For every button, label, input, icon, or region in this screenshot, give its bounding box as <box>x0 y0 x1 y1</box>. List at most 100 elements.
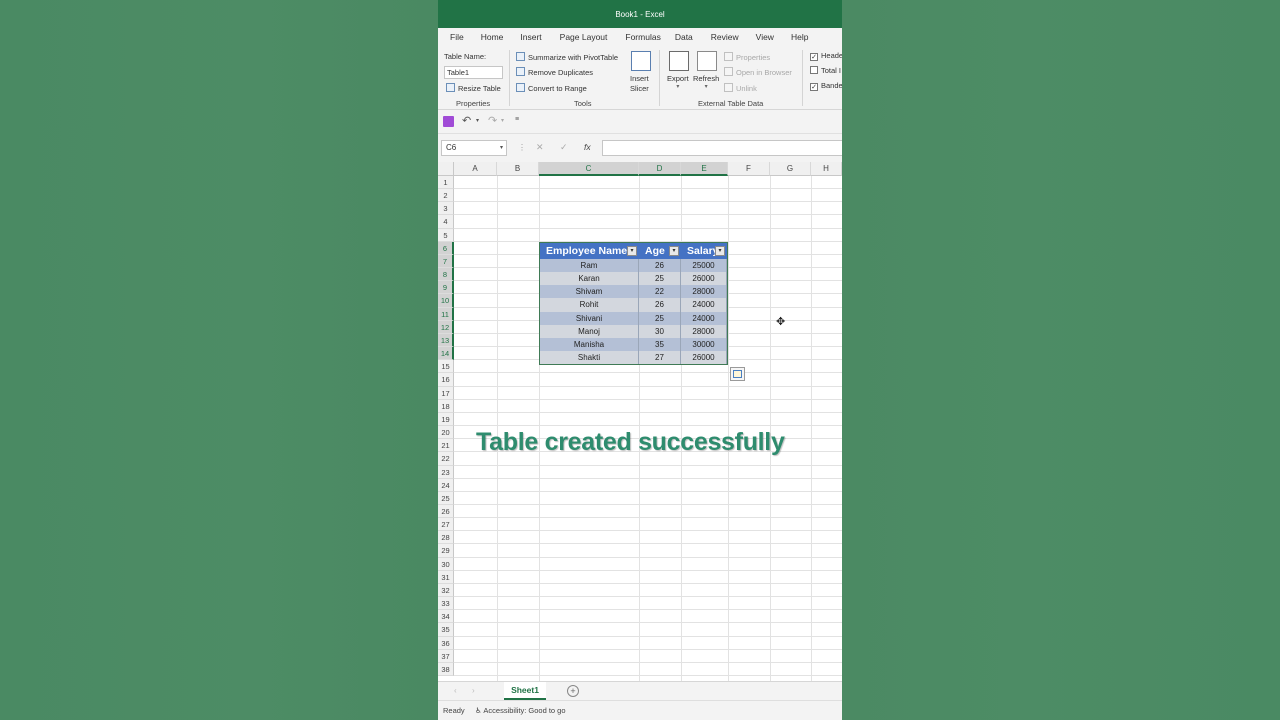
row-header-25[interactable]: 25 <box>438 491 454 505</box>
refresh-button[interactable]: Refresh ▾ <box>693 74 719 90</box>
row-header-6[interactable]: 6 <box>438 241 454 255</box>
table-cell[interactable]: 22 <box>639 285 681 299</box>
filter-dropdown-icon[interactable]: ▾ <box>715 246 725 256</box>
tab-formulas[interactable]: Formulas <box>607 32 660 42</box>
tab-insert[interactable]: Insert <box>503 32 541 42</box>
open-in-browser-button[interactable]: Open in Browser <box>724 67 792 77</box>
table-cell[interactable]: 24000 <box>681 298 727 312</box>
name-box[interactable]: C6 ▾ <box>441 140 507 156</box>
row-header-38[interactable]: 38 <box>438 662 454 677</box>
row-header-18[interactable]: 18 <box>438 399 454 413</box>
insert-slicer-button[interactable]: Insert Slicer <box>630 74 649 93</box>
tab-review[interactable]: Review <box>693 32 739 42</box>
redo-dropdown-icon[interactable]: ▾ <box>501 117 504 124</box>
table-cell[interactable]: 26000 <box>681 351 727 365</box>
remove-duplicates-button[interactable]: Remove Duplicates <box>516 67 593 77</box>
tab-view[interactable]: View <box>739 32 774 42</box>
filter-dropdown-icon[interactable]: ▾ <box>627 246 637 256</box>
row-header-37[interactable]: 37 <box>438 649 454 663</box>
table-cell[interactable]: 25000 <box>681 259 727 273</box>
row-header-32[interactable]: 32 <box>438 583 454 598</box>
column-header-b[interactable]: B <box>497 162 539 176</box>
next-sheet-icon[interactable]: › <box>472 686 475 695</box>
banded-rows-checkbox[interactable]: ✓ Bande <box>810 81 842 91</box>
tab-data[interactable]: Data <box>661 32 693 42</box>
row-header-34[interactable]: 34 <box>438 610 454 624</box>
insert-function-icon[interactable]: fx <box>584 142 591 152</box>
row-header-26[interactable]: 26 <box>438 505 454 519</box>
resize-table-button[interactable]: Resize Table <box>446 83 501 93</box>
row-header-11[interactable]: 11 <box>438 307 454 321</box>
table-cell[interactable]: Shakti <box>540 351 639 365</box>
table-cell[interactable]: Rohit <box>540 298 639 312</box>
table-cell[interactable]: 25 <box>639 311 681 325</box>
row-header-4[interactable]: 4 <box>438 215 454 229</box>
row-header-1[interactable]: 1 <box>438 176 454 190</box>
name-box-dropdown-icon[interactable]: ▾ <box>500 141 503 155</box>
row-header-22[interactable]: 22 <box>438 452 454 466</box>
filter-dropdown-icon[interactable]: ▾ <box>669 246 679 256</box>
column-header-c[interactable]: C <box>539 162 639 176</box>
tab-home[interactable]: Home <box>464 32 504 42</box>
row-header-30[interactable]: 30 <box>438 557 454 571</box>
row-header-35[interactable]: 35 <box>438 623 454 637</box>
row-header-23[interactable]: 23 <box>438 465 454 479</box>
row-header-3[interactable]: 3 <box>438 202 454 216</box>
row-header-10[interactable]: 10 <box>438 294 454 308</box>
table-cell[interactable]: 25 <box>639 272 681 286</box>
row-header-28[interactable]: 28 <box>438 531 454 545</box>
row-header-14[interactable]: 14 <box>438 347 454 361</box>
column-header-h[interactable]: H <box>811 162 842 176</box>
row-header-2[interactable]: 2 <box>438 189 454 203</box>
unlink-button[interactable]: Unlink <box>724 83 757 93</box>
header-row-checkbox[interactable]: ✓ Heade <box>810 51 842 61</box>
table-cell[interactable]: 30000 <box>681 337 727 352</box>
table-cell[interactable]: 35 <box>639 337 681 352</box>
column-header-e[interactable]: E <box>681 162 728 176</box>
row-header-7[interactable]: 7 <box>438 254 454 269</box>
cancel-icon[interactable]: ✕ <box>536 142 544 153</box>
customize-qat-icon[interactable]: ≡ <box>515 116 519 123</box>
redo-icon[interactable]: ↷ <box>488 114 497 127</box>
table-cell[interactable]: 26 <box>639 259 681 273</box>
worksheet-grid[interactable]: ABCDEFGH 1 2 3 4 5 6 7 8 9 10 11 12 13 14 15 16 17 18 19 20… <box>438 162 842 681</box>
table-cell[interactable]: Shivam <box>540 285 639 299</box>
select-all-button[interactable] <box>438 162 454 176</box>
undo-dropdown-icon[interactable]: ▾ <box>476 117 479 124</box>
total-row-checkbox[interactable]: Total I <box>810 66 841 75</box>
table-cell[interactable]: 30 <box>639 324 681 338</box>
column-header-g[interactable]: G <box>770 162 811 176</box>
enter-icon[interactable]: ✓ <box>560 142 568 153</box>
row-header-8[interactable]: 8 <box>438 268 454 282</box>
table-cell[interactable]: 24000 <box>681 311 727 325</box>
column-header-f[interactable]: F <box>728 162 770 176</box>
table-cell[interactable]: 27 <box>639 351 681 365</box>
export-button[interactable]: Export ▾ <box>667 74 689 90</box>
column-header-a[interactable]: A <box>454 162 497 176</box>
row-header-21[interactable]: 21 <box>438 439 454 453</box>
tab-help[interactable]: Help <box>774 32 808 42</box>
table-cell[interactable]: Manoj <box>540 324 639 338</box>
row-header-17[interactable]: 17 <box>438 386 454 400</box>
row-header-13[interactable]: 13 <box>438 333 454 348</box>
row-header-36[interactable]: 36 <box>438 636 454 650</box>
undo-icon[interactable]: ↶ <box>462 114 471 127</box>
accessibility-status[interactable]: ♿︎ Accessibility: Good to go <box>475 706 566 715</box>
convert-to-range-button[interactable]: Convert to Range <box>516 83 587 93</box>
row-header-29[interactable]: 29 <box>438 544 454 558</box>
row-header-27[interactable]: 27 <box>438 518 454 532</box>
row-header-16[interactable]: 16 <box>438 373 454 387</box>
table-cell[interactable]: 26000 <box>681 272 727 286</box>
table-cell[interactable]: 28000 <box>681 285 727 299</box>
row-header-19[interactable]: 19 <box>438 412 454 427</box>
table-cell[interactable]: 26 <box>639 298 681 312</box>
row-header-33[interactable]: 33 <box>438 597 454 611</box>
row-header-5[interactable]: 5 <box>438 228 454 242</box>
row-header-31[interactable]: 31 <box>438 570 454 584</box>
save-icon[interactable] <box>443 116 454 127</box>
table-cell[interactable]: 28000 <box>681 324 727 338</box>
row-header-24[interactable]: 24 <box>438 478 454 492</box>
prev-sheet-icon[interactable]: ‹ <box>454 686 457 695</box>
sheet-tab-sheet1[interactable]: Sheet1 <box>504 682 546 700</box>
quick-analysis-button[interactable] <box>730 367 745 381</box>
